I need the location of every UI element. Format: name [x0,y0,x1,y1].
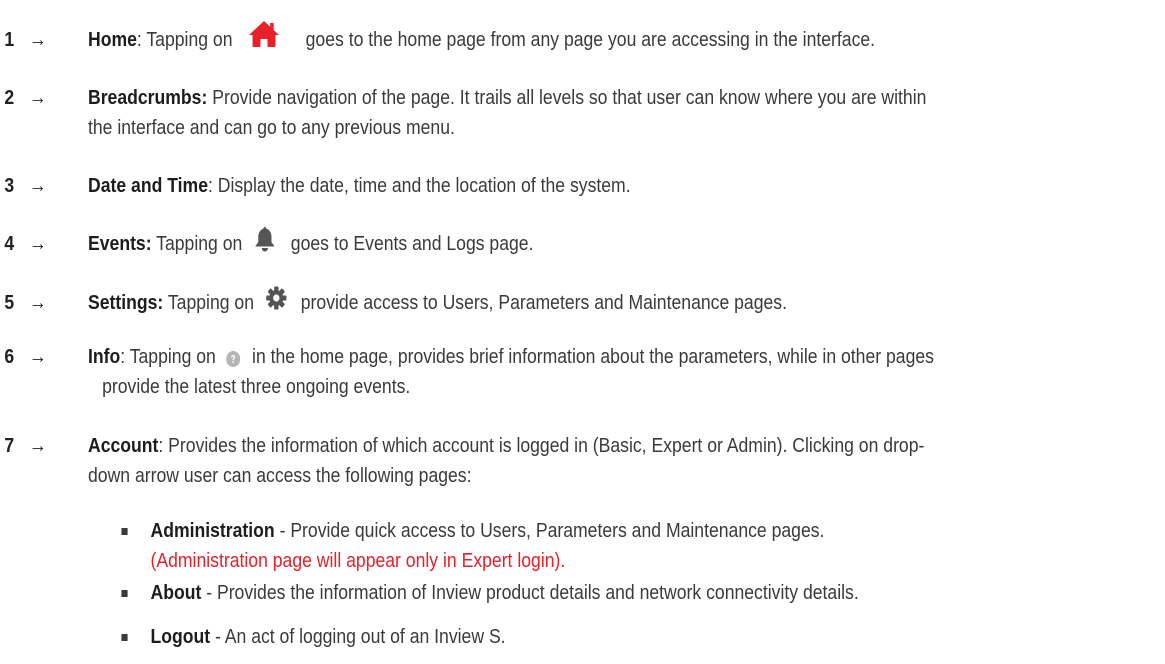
help-icon [226,346,241,367]
item-term: Events: [88,233,152,255]
item-text: Events: Tapping on goes to Events and Lo… [88,226,1153,259]
bullet-icon [121,528,128,535]
item-description-continued: provide the latest three ongoing events. [102,376,411,398]
sub-item-description: - Provides the information of Inview pro… [206,582,859,604]
item-text: Date and Time: Display the date, time an… [88,171,1153,201]
arrow-icon: → [29,292,47,314]
sub-item-text: Logout - An act of logging out of an Inv… [150,622,1165,652]
arrow-icon: → [29,435,47,457]
bullet-icon [121,590,128,597]
item-text: Home: Tapping on goes to the home page f… [88,20,1153,55]
sub-item-description: - An act of logging out of an Inview S. [214,626,506,648]
item-number: 6 [4,346,15,368]
bullet-icon [121,634,128,641]
sub-item-description: - Provide quick access to Users, Paramet… [279,520,825,542]
item-term: Account [88,435,159,457]
sub-item-administration: Administration - Provide quick access to… [0,516,1021,576]
item-term: Breadcrumbs: [88,87,208,109]
item-separator: : Tapping on [120,346,216,368]
sub-item-term: Logout [150,626,211,648]
list-item-account: 7 → Account: Provides the information of… [0,431,1021,491]
item-separator: : Tapping on [136,29,233,51]
item-text: Account: Provides the information of whi… [88,431,1153,491]
sub-item-text: About - Provides the information of Invi… [150,578,1165,608]
item-number: 2 [4,87,15,109]
item-number: 5 [4,292,15,314]
list-item-info: 6 → Info: Tapping on in the home page, p… [0,342,1021,402]
sub-item-term: Administration [150,520,275,542]
bell-icon [254,226,275,252]
home-icon [248,20,280,48]
item-description: : Provides the information of which acco… [158,435,925,457]
arrow-icon: → [29,346,47,368]
sub-item-text: Administration - Provide quick access to… [150,516,1165,576]
item-term: Info [88,346,121,368]
item-description: provide access to Users, Parameters and … [300,292,787,314]
gear-icon [266,286,287,310]
item-description: : Display the date, time and the locatio… [207,175,631,197]
item-term: Date and Time [88,175,208,197]
arrow-icon: → [29,175,47,197]
help-page: 1 → Home: Tapping on goes to the home pa… [0,0,1165,664]
item-term: Settings: [88,292,164,314]
item-number: 3 [4,175,15,197]
arrow-icon: → [29,29,47,51]
item-text: Info: Tapping on in the home page, provi… [88,342,1153,402]
item-description-continued: the interface and can go to any previous… [88,117,455,139]
sub-item-term: About [150,582,202,604]
item-description: goes to the home page from any page you … [305,29,876,51]
item-separator: Tapping on [167,292,255,314]
item-separator: Tapping on [156,233,243,255]
expert-login-note: (Administration page will appear only in… [150,550,566,572]
item-text: Breadcrumbs: Provide navigation of the p… [88,83,1153,143]
item-number: 7 [4,435,15,457]
item-description-continued: down arrow user can access the following… [88,465,472,487]
item-description: Provide navigation of the page. It trail… [212,87,927,109]
item-term: Home [88,29,137,51]
item-description: goes to Events and Logs page. [290,233,534,255]
list-item-breadcrumbs: 2 → Breadcrumbs: Provide navigation of t… [0,83,1021,143]
item-number: 1 [4,29,15,51]
item-number: 4 [4,233,15,255]
item-text: Settings: Tapping on provide access to U… [88,286,1153,318]
arrow-icon: → [29,233,47,255]
item-description: in the home page, provides brief informa… [252,346,934,368]
arrow-icon: → [29,87,47,109]
